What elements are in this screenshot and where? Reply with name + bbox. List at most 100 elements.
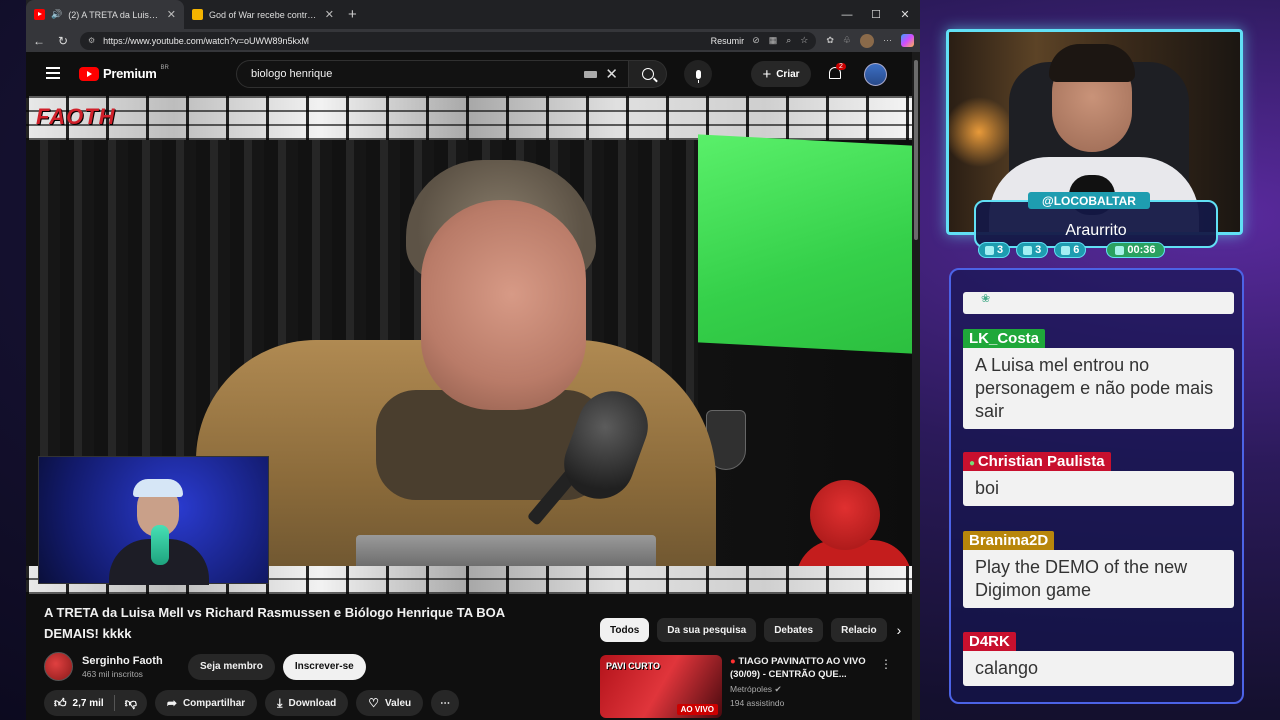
url-text: https://www.youtube.com/watch?v=oUWW89n5… [103, 35, 310, 46]
share-label: Compartilhar [182, 697, 246, 709]
verified-icon: ✔ [774, 684, 782, 694]
minimize-icon[interactable]: — [832, 0, 862, 29]
dislike-button[interactable]: 👎︎ [115, 690, 147, 716]
like-dislike-group: 👍︎ 2,7 mil 👎︎ [44, 690, 147, 716]
recommended-channel-name: Metrópoles [730, 684, 773, 694]
video-player[interactable]: FAOTH [26, 96, 912, 594]
stat-value: 3 [997, 244, 1004, 256]
page-scrollbar[interactable] [912, 52, 920, 720]
whatsapp-icon [1115, 245, 1125, 255]
notifications-button[interactable]: 2 [827, 63, 846, 83]
thumbs-down-icon: 👎︎ [124, 696, 137, 710]
scrollbar-thumb[interactable] [914, 60, 918, 240]
chat-message: ● Christian Paulista boi [963, 452, 1234, 506]
stream-stats: 3 3 6 00:36 [978, 242, 1165, 258]
download-button[interactable]: ⤓ Download [265, 690, 349, 716]
youtube-masthead: Premium BR biologo henrique ✕ + Criar 2 [26, 52, 912, 96]
tab-strip: 🔊 (2) A TRETA da Luisa Mell vs ✕ God of … [26, 0, 920, 29]
search-query: biologo henrique [251, 68, 333, 80]
stat-link: 6 [1054, 242, 1087, 258]
channel-row: Serginho Faoth 463 mil inscritos Seja me… [44, 652, 366, 681]
channel-avatar[interactable] [44, 652, 73, 681]
account-avatar[interactable] [864, 63, 887, 86]
channel-name[interactable]: Serginho Faoth [82, 655, 178, 667]
chip-related[interactable]: Relacio [831, 618, 887, 642]
reload-icon[interactable]: ↻ [56, 34, 70, 48]
subscribe-button[interactable]: Inscrever-se [282, 653, 366, 680]
translate-icon[interactable]: ⊘ [752, 35, 760, 46]
keyboard-icon[interactable] [584, 70, 598, 78]
new-tab-icon[interactable]: + [348, 6, 357, 23]
reader-icon[interactable]: ▦ [769, 35, 778, 46]
create-button[interactable]: + Criar [751, 61, 811, 87]
microphone-icon [695, 69, 701, 83]
stat-value: 3 [1035, 244, 1042, 256]
chip-search[interactable]: Da sua pesquisa [657, 618, 757, 642]
favorite-star-icon[interactable]: ☆ [800, 35, 808, 46]
like-button[interactable]: 👍︎ 2,7 mil [44, 690, 114, 716]
zoom-icon[interactable]: ⌕ [786, 35, 791, 46]
search-button[interactable] [629, 60, 667, 88]
emote-icon: ❀ [981, 293, 991, 305]
badge-icon: ● [969, 458, 978, 469]
chat-username-text: Christian Paulista [977, 453, 1105, 470]
guest-face [421, 200, 586, 410]
back-icon[interactable]: ← [32, 34, 46, 48]
subscriber-count: 463 mil inscritos [82, 668, 143, 679]
join-button[interactable]: Seja membro [188, 653, 275, 680]
voice-search-button[interactable] [684, 60, 712, 88]
collections-icon[interactable]: ♧ [843, 35, 851, 46]
summarize-button[interactable]: Resumir [711, 36, 745, 46]
recommended-thumbnail[interactable]: PAVI CURTO AO VIVO [600, 655, 722, 718]
youtube-logo[interactable]: Premium BR [79, 64, 169, 81]
menu-icon[interactable] [46, 67, 60, 82]
close-tab-icon[interactable]: ✕ [325, 8, 334, 21]
region-code: BR [160, 64, 169, 71]
tab-title: God of War recebe controle temático [209, 9, 319, 20]
search-input[interactable]: biologo henrique ✕ [236, 60, 629, 88]
live-badge: AO VIVO [676, 704, 718, 715]
recommended-viewers: 194 assistindo [730, 698, 785, 708]
chat-text: Play the DEMO of the new Digimon game [963, 550, 1234, 608]
filter-chips: Todos Da sua pesquisa Debates Relacio › [600, 618, 901, 642]
plus-icon: + [762, 65, 772, 83]
spiderman-head [810, 480, 880, 550]
recommended-title[interactable]: ● TIAGO PAVINATTO AO VIVO (30/09) - CENT… [730, 655, 880, 681]
maximize-icon[interactable]: ☐ [861, 0, 891, 29]
clear-search-icon[interactable]: ✕ [605, 65, 618, 83]
chevron-right-icon[interactable]: › [897, 622, 902, 638]
close-window-icon[interactable]: ✕ [890, 0, 920, 29]
copilot-icon[interactable] [901, 34, 914, 47]
youtube-play-icon [79, 66, 99, 81]
notification-badge: 2 [836, 63, 846, 70]
more-actions-button[interactable]: ⋯ [431, 690, 460, 716]
extensions-icon[interactable]: ✿ [826, 35, 834, 46]
reactor-cap [133, 479, 183, 497]
stat-chat: 3 [978, 242, 1011, 258]
chat-username: ● Christian Paulista [963, 452, 1111, 471]
site-info-icon[interactable]: ⚙ [88, 36, 95, 45]
lamp-glow [949, 92, 1009, 172]
recommended-video[interactable]: PAVI CURTO AO VIVO ● TIAGO PAVINATTO AO … [600, 655, 892, 718]
chat-message: D4RK calango [963, 632, 1234, 686]
chip-todos[interactable]: Todos [600, 618, 650, 642]
more-menu-icon[interactable]: ⋯ [883, 35, 892, 46]
chip-debates[interactable]: Debates [764, 618, 824, 642]
action-row: 👍︎ 2,7 mil 👎︎ ➦ Compartilhar ⤓ Download … [44, 690, 460, 716]
chat-panel: ❀ LK_Costa A Luisa mel entrou no persona… [949, 268, 1244, 704]
share-button[interactable]: ➦ Compartilhar [154, 690, 258, 716]
recommended-title-text: TIAGO PAVINATTO AO VIVO (30/09) - CENTRÃ… [730, 656, 866, 680]
recommended-channel[interactable]: Metrópoles ✔ [730, 684, 880, 695]
profile-avatar[interactable] [860, 33, 874, 48]
kebab-menu-icon[interactable]: ⋮ [880, 657, 892, 671]
chat-username: Branima2D [963, 531, 1055, 550]
speaker-icon[interactable]: 🔊 [51, 9, 62, 20]
thanks-button[interactable]: ♡ Valeu [356, 690, 424, 716]
close-tab-icon[interactable]: ✕ [167, 8, 176, 21]
brand-name: Premium [103, 66, 157, 81]
laptop [356, 535, 656, 566]
tab-god-of-war[interactable]: God of War recebe controle temático ✕ [184, 0, 342, 29]
url-field[interactable]: ⚙ https://www.youtube.com/watch?v=oUWW89… [80, 31, 817, 50]
tab-youtube-video[interactable]: 🔊 (2) A TRETA da Luisa Mell vs ✕ [26, 0, 184, 29]
channel-logo-text: FAOTH [36, 104, 116, 129]
